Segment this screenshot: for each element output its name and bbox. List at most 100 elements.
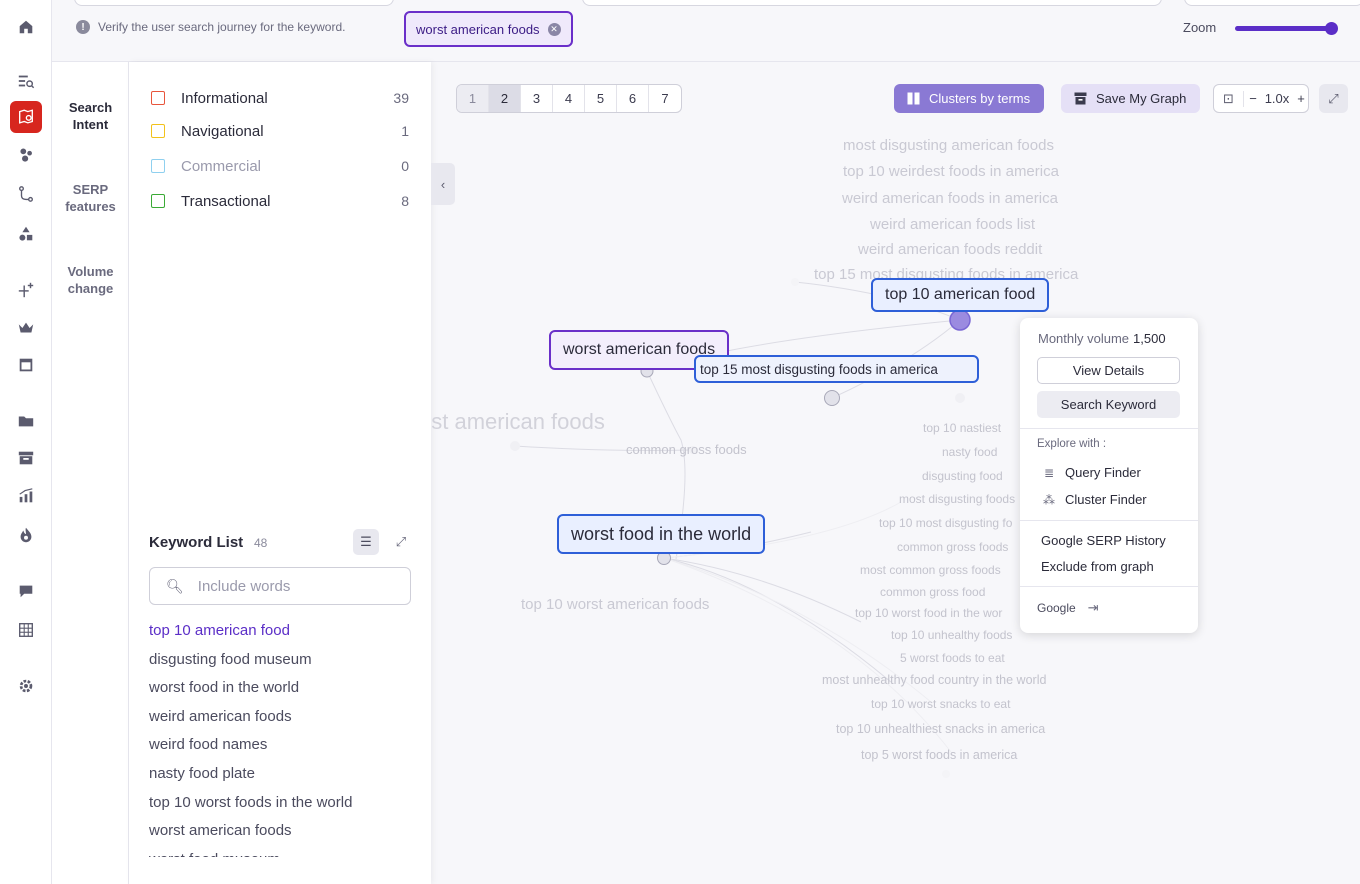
shapes-icon[interactable] [10, 218, 42, 250]
zoom-label: Zoom [1183, 20, 1217, 35]
crown-icon[interactable] [10, 312, 42, 344]
search-keyword-button[interactable]: Search Keyword [1037, 391, 1180, 418]
view-details-button[interactable]: View Details [1037, 357, 1180, 384]
list-item[interactable]: nasty food plate [149, 760, 419, 789]
serp-history-menu-item[interactable]: Google SERP History [1041, 533, 1166, 548]
keyword-list: top 10 american food disgusting food mus… [149, 617, 419, 857]
list-item[interactable]: weird american foods [149, 703, 419, 732]
save-graph-button[interactable]: Save My Graph [1061, 84, 1201, 113]
intent-checkbox[interactable] [151, 194, 165, 208]
page-button[interactable]: 4 [553, 85, 585, 112]
intent-count: 8 [401, 193, 409, 209]
cluster-finder-menu-item[interactable]: ⁂ Cluster Finder [1041, 492, 1147, 507]
page-button[interactable]: 7 [649, 85, 681, 112]
intent-count: 1 [401, 123, 409, 139]
ghost-keyword: ost american foods [431, 409, 605, 434]
page-button[interactable]: 2 [489, 85, 521, 112]
chat-icon[interactable] [10, 575, 42, 607]
intent-transactional[interactable]: Transactional 8 [151, 191, 409, 211]
page-button[interactable]: 1 [457, 85, 489, 112]
graph-node-label[interactable]: worst food in the world [557, 514, 766, 554]
intent-checkbox[interactable] [151, 91, 165, 105]
query-finder-icon[interactable] [10, 65, 42, 97]
menu-divider [1020, 586, 1198, 587]
menu-item-label: Cluster Finder [1065, 492, 1147, 507]
grid-icon[interactable] [10, 614, 42, 646]
graph-node-label[interactable]: top 10 american food [871, 278, 1050, 312]
home-icon[interactable] [10, 11, 42, 43]
archive-icon[interactable] [10, 442, 42, 474]
keyword-search-input[interactable] [197, 577, 398, 595]
zoom-in-button[interactable]: + [1294, 91, 1308, 106]
keyword-chip[interactable]: worst american foods ✕ [404, 11, 573, 47]
page-button[interactable]: 6 [617, 85, 649, 112]
ghost-keyword: most disgusting foods [899, 492, 1016, 506]
graph-node-label[interactable]: top 15 most disgusting foods in america [694, 355, 979, 383]
intent-navigational[interactable]: Navigational 1 [151, 121, 409, 141]
list-item[interactable]: top 10 worst foods in the world [149, 789, 419, 818]
path-icon[interactable] [10, 178, 42, 210]
intent-label: Informational [181, 89, 268, 107]
list-item[interactable]: top 10 american food [149, 617, 419, 646]
ghost-keyword: top 10 weirdest foods in america [843, 163, 1059, 180]
menu-item-label: Query Finder [1065, 465, 1141, 480]
filter-input-stub[interactable] [582, 0, 1162, 6]
list-item[interactable]: worst food museum [149, 846, 419, 857]
query-finder-menu-item[interactable]: ≣ Query Finder [1041, 465, 1141, 480]
fit-screen-icon[interactable]: ⊡ [1214, 90, 1244, 107]
chart-icon[interactable] [10, 480, 42, 512]
google-link[interactable]: Google ⇥ [1037, 600, 1099, 616]
flame-icon[interactable] [10, 519, 42, 551]
keyword-search-field[interactable]: 🔍︎ [149, 567, 411, 605]
zoom-slider-thumb[interactable] [1325, 22, 1338, 35]
tab-search-intent[interactable]: Search Intent [52, 99, 129, 133]
folder-icon[interactable] [10, 405, 42, 437]
ghost-keyword: top 10 nastiest [923, 421, 1002, 435]
list-item[interactable]: worst food in the world [149, 674, 419, 703]
node-context-menu: Monthly volume 1,500 View Details Search … [1020, 318, 1198, 633]
ghost-keyword: top 5 worst foods in america [861, 748, 1018, 762]
monthly-volume: Monthly volume 1,500 [1038, 331, 1166, 346]
top-bar: ! Verify the user search journey for the… [52, 0, 1360, 62]
pagination: 1 2 3 4 5 6 7 [456, 84, 682, 113]
list-item[interactable]: worst american foods [149, 817, 419, 846]
clusters-by-terms-button[interactable]: Clusters by terms [894, 84, 1045, 113]
page-button[interactable]: 5 [585, 85, 617, 112]
ghost-keyword: top 10 most disgusting fo [879, 516, 1013, 530]
intent-checkbox[interactable] [151, 124, 165, 138]
list-item[interactable]: disgusting food museum [149, 646, 419, 675]
page-button[interactable]: 3 [521, 85, 553, 112]
cluster-finder-icon: ⁂ [1043, 492, 1055, 507]
intent-commercial[interactable]: Commercial 0 [151, 156, 409, 176]
close-icon[interactable]: ✕ [547, 22, 561, 36]
expand-icon[interactable]: ⤢ [391, 532, 411, 552]
intent-label: Navigational [181, 122, 264, 140]
intent-informational[interactable]: Informational 39 [151, 88, 409, 108]
ghost-keyword: common gross foods [626, 442, 747, 457]
zoom-out-button[interactable]: − [1246, 91, 1260, 106]
keyword-input-stub[interactable] [74, 0, 394, 6]
fullscreen-icon[interactable]: ⤢ [1319, 84, 1348, 113]
list-view-icon[interactable]: ☰ [353, 529, 379, 555]
keyword-list-title: Keyword List [149, 534, 244, 551]
intent-count: 39 [393, 90, 409, 106]
graph-canvas[interactable]: ‹ 1 2 3 4 5 6 7 Clusters by terms Save M… [431, 62, 1360, 884]
settings-gear-icon[interactable] [10, 670, 42, 702]
crosshair-plus-icon[interactable] [10, 274, 42, 306]
monthly-volume-label: Monthly volume [1038, 331, 1130, 346]
pathfinder-map-icon[interactable] [10, 101, 42, 133]
save-label: Save My Graph [1096, 91, 1187, 106]
tab-volume-change[interactable]: Volume change [52, 263, 129, 297]
tab-serp-features[interactable]: SERP features [52, 181, 129, 215]
ghost-keyword: disgusting food [922, 469, 1003, 483]
zoom-slider-track[interactable] [1235, 26, 1333, 31]
columns-icon [906, 92, 920, 106]
info-icon: ! [76, 20, 90, 34]
intent-checkbox[interactable] [151, 159, 165, 173]
exclude-menu-item[interactable]: Exclude from graph [1041, 559, 1154, 574]
list-item[interactable]: weird food names [149, 731, 419, 760]
collapse-panel-button[interactable]: ‹ [431, 163, 455, 205]
option-input-stub[interactable] [1184, 0, 1360, 6]
window-icon[interactable] [10, 349, 42, 381]
cluster-finder-icon[interactable] [10, 139, 42, 171]
